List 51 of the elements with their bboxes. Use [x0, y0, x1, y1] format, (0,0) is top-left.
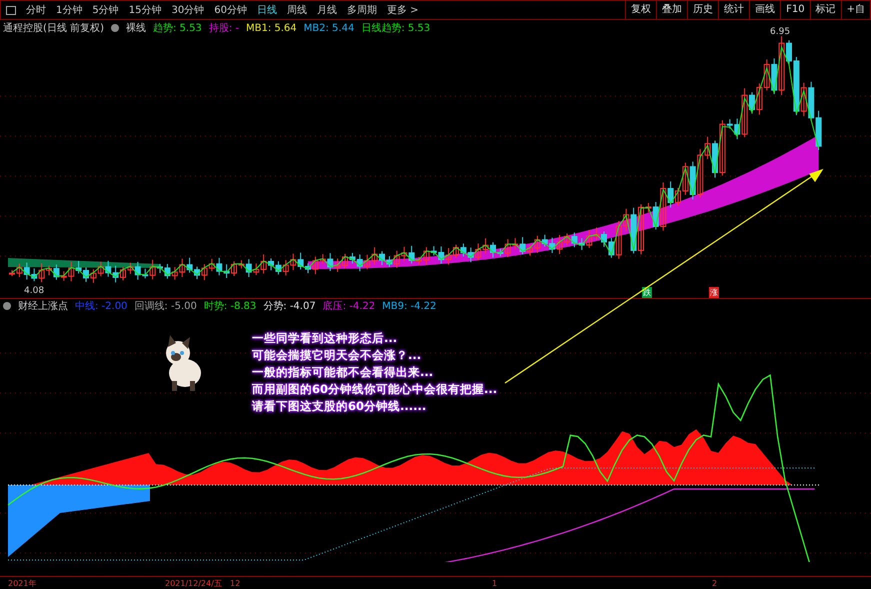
time-axis-label: 2021年	[8, 578, 36, 589]
annotation-text: 请看下图这支股的60分钟线......	[252, 399, 428, 414]
indicator-value: 分势: -4.07	[263, 300, 316, 313]
time-axis-label: 1	[492, 579, 498, 588]
indicator-value: MB1: 5.64	[246, 22, 297, 34]
toolbar-button[interactable]: F10	[780, 1, 810, 19]
period-tab[interactable]: 分时	[21, 3, 51, 17]
toolbar-button[interactable]: 统计	[718, 1, 750, 19]
toolbar-button[interactable]: 历史	[687, 1, 718, 19]
high-price-label: 6.95	[770, 27, 790, 37]
indicator-value: 日线趋势: 5.53	[361, 22, 430, 35]
signal-marker: 涨	[709, 287, 719, 298]
cat-drawing	[166, 335, 201, 391]
toolbar-button[interactable]: 标记	[810, 1, 841, 19]
indicator-value: 回调线: -5.00	[134, 300, 197, 313]
period-tab[interactable]: 周线	[282, 3, 312, 17]
period-tab[interactable]: 5分钟	[87, 3, 124, 17]
period-tab[interactable]: 60分钟	[209, 3, 252, 17]
indicator-value: 时势: -8.83	[204, 300, 256, 313]
low-price-label: 4.08	[24, 286, 44, 296]
toolbar-button[interactable]: 画线	[749, 1, 780, 19]
indicator-value: 趋势: 5.53	[152, 22, 202, 35]
indicator-value: 底压: -4.22	[322, 300, 376, 313]
period-tab[interactable]: 月线	[312, 3, 342, 17]
period-tab[interactable]: 日线	[252, 3, 282, 17]
period-tab[interactable]: 多周期	[342, 3, 382, 17]
panel-icon[interactable]	[6, 6, 16, 14]
annotation-text: 而用副图的60分钟线你可能心中会很有把握...	[252, 382, 498, 397]
period-tab[interactable]: 1分钟	[51, 3, 88, 17]
time-axis-label: 2	[712, 579, 718, 588]
time-axis-label: 2021/12/24/五	[165, 578, 222, 589]
signal-marker: 跌	[642, 287, 652, 298]
indicator-value: MB2: 5.44	[304, 22, 354, 34]
chart-mode: 裸线	[126, 22, 146, 35]
toolbar-button[interactable]: 叠加	[656, 1, 688, 19]
toolbar-button[interactable]: 复权	[625, 1, 656, 19]
period-tab[interactable]: 更多 >	[382, 3, 424, 17]
indicator-value: MB9: -4.22	[382, 300, 436, 312]
period-tab[interactable]: 30分钟	[166, 3, 210, 17]
annotation-text: 一般的指标可能都不会看得出来...	[252, 365, 434, 380]
annotation-text: 可能会揣摸它明天会不会涨？...	[252, 348, 422, 363]
period-tab[interactable]: 15分钟	[124, 3, 166, 17]
stock-title: 通程控股(日线 前复权)	[3, 22, 104, 35]
toolbar-button[interactable]: +自	[840, 1, 870, 19]
settings-icon[interactable]	[110, 24, 119, 32]
time-axis-label: 12	[230, 579, 240, 588]
indicator-value: 中线: -2.00	[75, 300, 128, 313]
indicator-title: 财经上涨点	[18, 300, 68, 313]
settings-icon[interactable]	[3, 302, 11, 310]
annotation-text: 一些同学看到这种形态后...	[252, 331, 398, 346]
indicator-value: 持股: -	[208, 22, 239, 35]
